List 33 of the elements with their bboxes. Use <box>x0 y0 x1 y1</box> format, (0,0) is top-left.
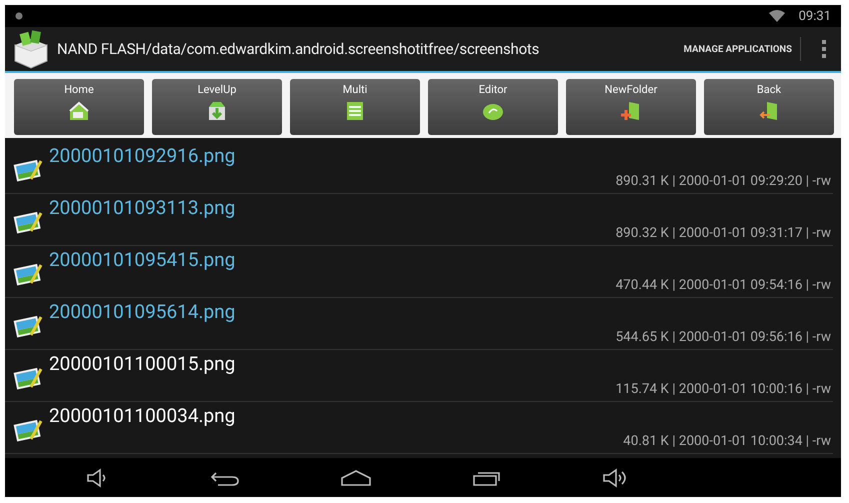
toolbar-button[interactable]: NewFolder <box>566 79 696 135</box>
file-details: 115.74 K | 2000-01-01 10:00:16 | -rw <box>616 381 832 397</box>
file-details: 890.31 K | 2000-01-01 09:29:20 | -rw <box>616 173 832 189</box>
file-name: 20000101093113.png <box>49 196 236 219</box>
file-row[interactable]: 20000101093113.png 890.32 K | 2000-01-01 09:31:17 | -rw <box>5 194 833 246</box>
home-icon[interactable] <box>340 470 372 486</box>
file-name: 20000101095415.png <box>49 248 236 271</box>
file-details: 470.44 K | 2000-01-01 09:54:16 | -rw <box>616 277 832 293</box>
file-name: 20000101095614.png <box>49 300 236 323</box>
folder-path: NAND FLASH/data/com.edwardkim.android.screenshotitfree/screenshots <box>57 40 540 58</box>
toolbar-button[interactable]: Home <box>14 79 144 135</box>
clock-time: 09:31 <box>798 8 831 24</box>
file-row[interactable]: 20000101095415.png 470.44 K | 2000-01-01 09:54:16 | -rw <box>5 246 833 298</box>
file-row[interactable]: 20000101100034.png 40.81 K | 2000-01-01 10:00:34 | -rw <box>5 402 833 454</box>
file-name: 20000101100034.png <box>49 404 236 427</box>
house-icon <box>67 99 91 123</box>
notification-dot-icon <box>15 12 23 20</box>
file-details: 40.81 K | 2000-01-01 10:00:34 | -rw <box>623 433 832 449</box>
file-row[interactable]: 20000101100015.png 115.74 K | 2000-01-01 10:00:16 | -rw <box>5 350 833 402</box>
file-name: 20000101092916.png <box>49 144 236 167</box>
toolbar-button[interactable]: LevelUp <box>152 79 282 135</box>
file-row[interactable]: 20000101092916.png 890.31 K | 2000-01-01 09:29:20 | -rw <box>5 142 833 194</box>
file-details: 544.65 K | 2000-01-01 09:56:16 | -rw <box>616 329 832 345</box>
toolbar-button[interactable]: Back <box>704 79 834 135</box>
toolbar-button[interactable]: Editor <box>428 79 558 135</box>
file-name: 20000101100015.png <box>49 352 236 375</box>
file-row[interactable]: 20000101095614.png 544.65 K | 2000-01-01 09:56:16 | -rw <box>5 298 833 350</box>
wifi-icon <box>768 10 785 22</box>
overflow-menu-icon[interactable] <box>821 40 827 58</box>
toolbar-button[interactable]: Multi <box>290 79 420 135</box>
manage-applications-button[interactable]: MANAGE APPLICATIONS <box>678 40 798 58</box>
file-details: 890.32 K | 2000-01-01 09:31:17 | -rw <box>616 225 832 241</box>
back-icon[interactable] <box>210 470 240 486</box>
